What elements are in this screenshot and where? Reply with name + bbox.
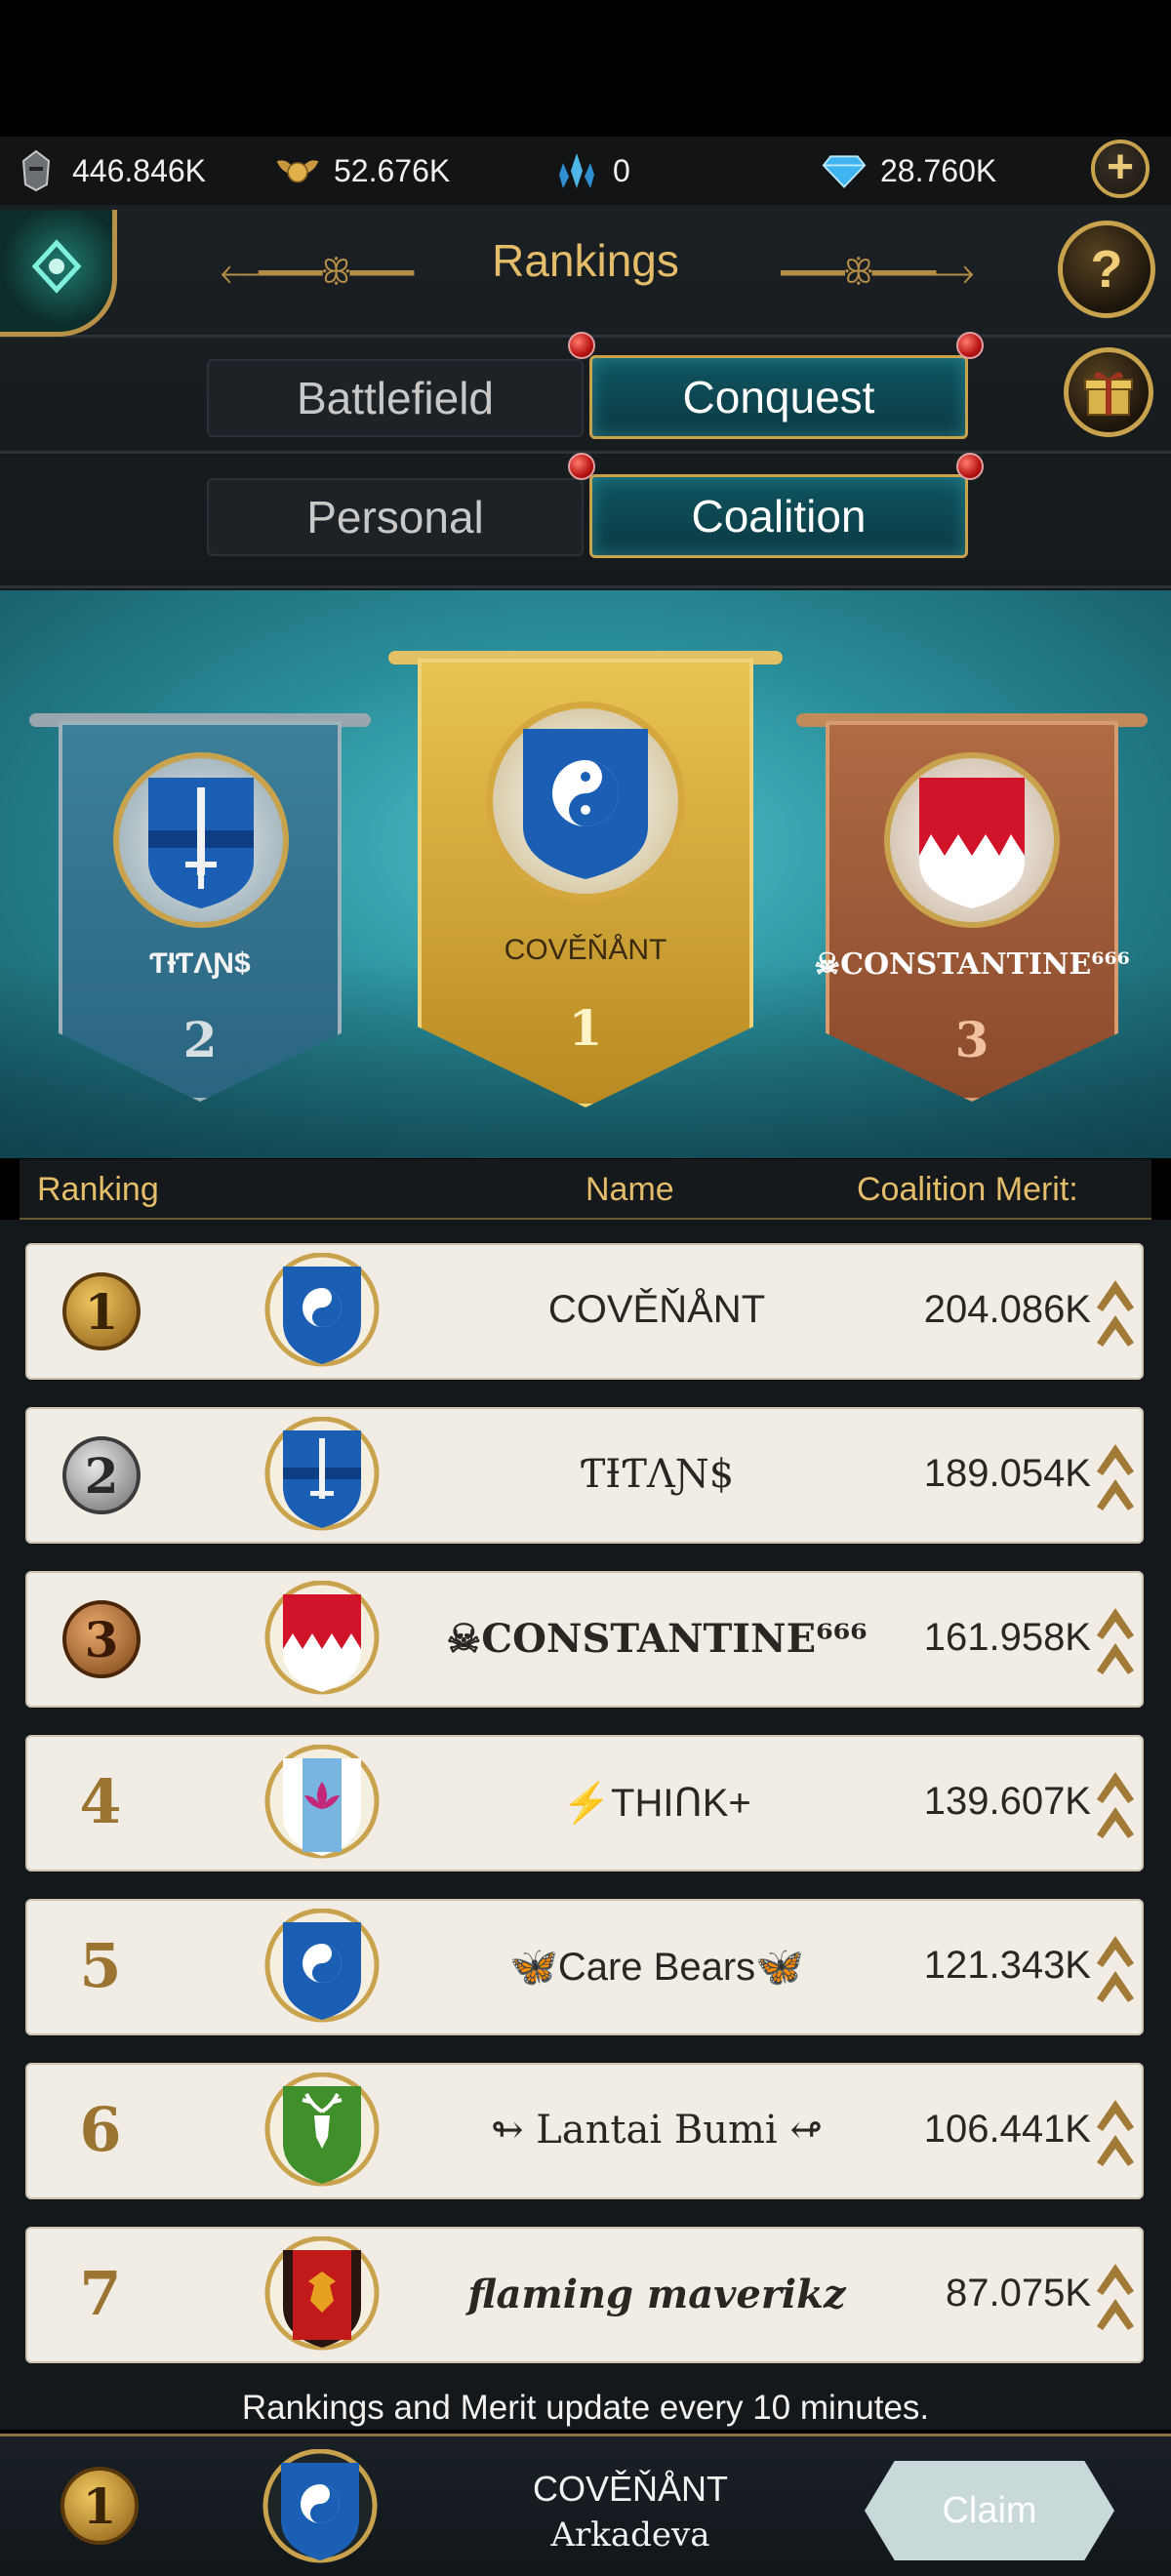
rank-number: 6 [79, 2094, 122, 2165]
podium-second-name: ƬƗƬΛƝ$ [149, 947, 251, 980]
table-row[interactable]: 2 ƬƗƬΛƝ$ 189.054K [25, 1407, 1144, 1544]
coalition-merit: 87.075K [945, 2272, 1091, 2314]
update-notice: Rankings and Merit update every 10 minut… [241, 2389, 930, 2427]
claim-button[interactable]: Claim [874, 2469, 1105, 2553]
column-name: Name [586, 1171, 674, 1208]
yin-yang-shield [523, 729, 648, 879]
column-coalition-merit: Coalition Merit: [857, 1171, 1078, 1208]
resource-troops[interactable]: 446.846K [14, 137, 206, 205]
silver-medal-icon: 2 [62, 1436, 141, 1514]
coalition-name: COVĚŇÅNT [547, 1288, 766, 1331]
top-three-podium: ƬƗƬΛƝ$ 2 COVĚŇÅNT 1 ☠CONSTANTINE⁶⁶⁶ 3 [0, 590, 1171, 1158]
honor-value: 52.676K [334, 152, 451, 188]
coalition-merit: 189.054K [923, 1452, 1091, 1495]
table-row[interactable]: 1 COVĚŇÅNT 204.086K [25, 1243, 1144, 1380]
diamond-icon [822, 148, 867, 193]
coalition-merit: 106.441K [923, 2108, 1091, 2151]
add-gems-button[interactable]: + [1091, 140, 1150, 198]
my-player-name: Arkadeva [550, 2516, 710, 2555]
rank-number: 7 [79, 2258, 122, 2329]
podium-third-name: ☠CONSTANTINE⁶⁶⁶ [814, 947, 1130, 982]
table-row[interactable]: 6 ↬ Lantai Bumi ↫ 106.441K [25, 2063, 1144, 2199]
podium-third[interactable]: ☠CONSTANTINE⁶⁶⁶ 3 [796, 713, 1148, 1104]
rank-number: 5 [79, 1930, 122, 2001]
coalition-merit: 121.343K [923, 1944, 1091, 1987]
eagle-shield [264, 2236, 380, 2351]
coalition-name: ƬƗƬΛƝ$ [579, 1452, 735, 1497]
podium-first-rank: 1 [568, 999, 603, 1057]
ranking-table-header: Ranking Name Coalition Merit: [20, 1159, 1151, 1220]
winged-medal-icon [275, 148, 320, 193]
bronze-medal-icon: 3 [62, 1600, 141, 1678]
crystal-icon [554, 148, 599, 193]
sword-shield [148, 778, 254, 908]
red-castle-shield [919, 778, 1025, 908]
double-chevron-up-icon [1097, 2100, 1134, 2166]
divider [0, 585, 1171, 588]
podium-third-rank: 3 [954, 1011, 989, 1068]
resource-crystals[interactable]: 0 [554, 137, 630, 205]
podium-first[interactable]: COVĚŇÅNT 1 [388, 651, 783, 1109]
podium-first-name: COVĚŇÅNT [504, 934, 667, 966]
double-chevron-up-icon [1097, 2264, 1134, 2330]
title-flourish-right: ━━ꕥ━━⟶ [781, 254, 974, 291]
gift-icon [1084, 372, 1133, 416]
yin-yang-shield [264, 1253, 380, 1367]
notification-dot [568, 453, 595, 480]
coalition-name: ☠CONSTANTINE⁶⁶⁶ [446, 1616, 868, 1662]
coalition-name: 🦋Care Bears🦋 [509, 1946, 804, 1989]
lotus-shield [264, 1745, 380, 1859]
coalition-name: ↬ Lantai Bumi ↫ [491, 2108, 823, 2153]
column-ranking: Ranking [37, 1171, 159, 1208]
resource-gems[interactable]: 28.760K [822, 137, 996, 205]
coalition-merit: 204.086K [923, 1288, 1091, 1331]
help-button[interactable]: ? [1058, 221, 1155, 318]
status-bar-area [0, 0, 1171, 137]
double-chevron-up-icon [1097, 1280, 1134, 1347]
double-chevron-up-icon [1097, 1772, 1134, 1838]
coalition-merit: 161.958K [923, 1616, 1091, 1659]
helmet-icon [14, 148, 59, 193]
double-chevron-up-icon [1097, 1444, 1134, 1510]
table-row[interactable]: 3 ☠CONSTANTINE⁶⁶⁶ 161.958K [25, 1571, 1144, 1708]
rewards-button[interactable] [1064, 347, 1153, 437]
table-row[interactable]: 4 ⚡THIՈK+ 139.607K [25, 1735, 1144, 1872]
sword-shield [264, 1417, 380, 1531]
notification-dot [956, 453, 984, 480]
tab-conquest[interactable]: Conquest [589, 355, 968, 439]
podium-second[interactable]: ƬƗƬΛƝ$ 2 [29, 713, 371, 1104]
rank-number: 4 [79, 1766, 122, 1837]
double-chevron-up-icon [1097, 1608, 1134, 1674]
gold-medal-icon: 1 [62, 1272, 141, 1350]
table-row[interactable]: 7 flaming maverikz 87.075K [25, 2227, 1144, 2363]
coalition-merit: 139.607K [923, 1780, 1091, 1823]
double-chevron-up-icon [1097, 1936, 1134, 2002]
tab-personal[interactable]: Personal [207, 478, 584, 556]
question-mark-icon: ? [1090, 240, 1123, 299]
yin-yang-shield [264, 1909, 380, 2023]
my-coalition-name: COVĚŇÅNT [532, 2469, 729, 2509]
deer-shield [264, 2073, 380, 2187]
podium-second-rank: 2 [182, 1011, 218, 1068]
coalition-name: flaming maverikz [467, 2272, 846, 2317]
tab-coalition[interactable]: Coalition [589, 474, 968, 558]
crystals-value: 0 [613, 152, 630, 188]
red-castle-shield [264, 1581, 380, 1695]
resource-honor[interactable]: 52.676K [275, 137, 450, 205]
plus-icon: + [1106, 141, 1135, 193]
notification-dot [568, 332, 595, 359]
tab-battlefield[interactable]: Battlefield [207, 359, 584, 437]
page-title: Rankings [492, 235, 679, 286]
notification-dot [956, 332, 984, 359]
troops-value: 446.846K [72, 152, 207, 188]
coalition-name: ⚡THIՈK+ [562, 1782, 751, 1825]
table-row[interactable]: 5 🦋Care Bears🦋 121.343K [25, 1899, 1144, 2035]
gold-medal-icon: 1 [61, 2467, 139, 2545]
gems-value: 28.760K [880, 152, 997, 188]
yin-yang-shield [262, 2449, 378, 2563]
